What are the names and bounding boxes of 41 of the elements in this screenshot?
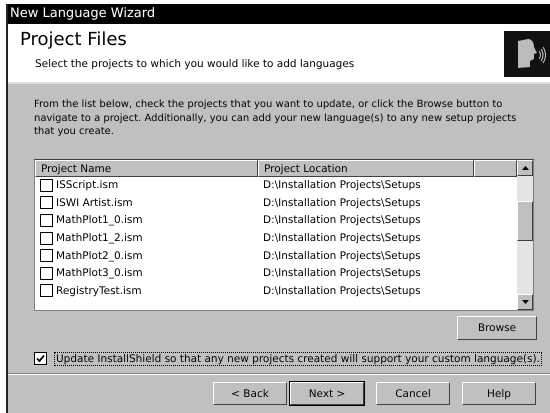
project-checkbox[interactable] <box>40 196 53 210</box>
project-location: D:\Installation Projects\Setups <box>262 267 421 280</box>
project-checkbox[interactable] <box>40 178 53 192</box>
down-triangle-icon <box>522 300 528 304</box>
page-subtitle: Select the projects to which you would like to add languages <box>35 58 354 70</box>
project-location: D:\Installation Projects\Setups <box>262 284 421 297</box>
project-checkbox[interactable] <box>40 214 53 227</box>
project-checkbox[interactable] <box>40 232 53 245</box>
wizard-button[interactable]: Cancel <box>376 382 450 405</box>
wizard-button[interactable]: Next > <box>290 382 364 405</box>
project-location: D:\Installation Projects\Setups <box>262 232 421 244</box>
update-checkbox[interactable] <box>34 352 47 365</box>
project-location: D:\Installation Projects\Setups <box>262 196 421 209</box>
project-location: D:\Installation Projects\Setups <box>262 179 421 192</box>
project-name: MathPlot2_0.ism <box>56 250 143 262</box>
project-checkbox[interactable] <box>40 284 53 298</box>
project-name: ISScript.ism <box>56 179 118 192</box>
project-name: MathPlot1_0.ism <box>56 214 143 226</box>
column-header[interactable]: Project Location <box>258 160 474 176</box>
scroll-up-button[interactable] <box>517 160 533 176</box>
project-name: MathPlot3_0.ism <box>56 267 143 280</box>
instructions-text: From the list below, check the projects that you want to update, or click the Browse button to navigate to a project. Additionally, you can add your new language(s) to any new setup projects that you create. <box>34 98 518 138</box>
page-title: Project Files <box>20 29 128 50</box>
project-location: D:\Installation Projects\Setups <box>262 214 421 226</box>
project-name: ISWI Artist.ism <box>56 196 133 209</box>
wizard-button[interactable]: < Back <box>213 382 287 405</box>
window-title: New Language Wizard <box>8 4 550 24</box>
column-header[interactable]: Project Name <box>35 160 258 176</box>
update-option-label[interactable]: Update InstallShield so that any new projects created will support your custom language(s). <box>54 352 542 366</box>
project-checkbox[interactable] <box>40 266 53 280</box>
project-name: MathPlot1_2.ism <box>56 232 143 244</box>
scroll-bar[interactable] <box>517 160 533 310</box>
project-name: RegistryTest.ism <box>56 284 142 297</box>
speaking-head-icon <box>504 31 550 77</box>
project-checkbox[interactable] <box>40 249 53 262</box>
up-triangle-icon <box>522 166 528 170</box>
scroll-thumb[interactable] <box>517 200 533 240</box>
project-location: D:\Installation Projects\Setups <box>262 250 421 262</box>
scroll-down-button[interactable] <box>517 294 533 310</box>
wizard-button[interactable]: Help <box>462 382 536 405</box>
browse-button[interactable]: Browse <box>457 316 537 340</box>
